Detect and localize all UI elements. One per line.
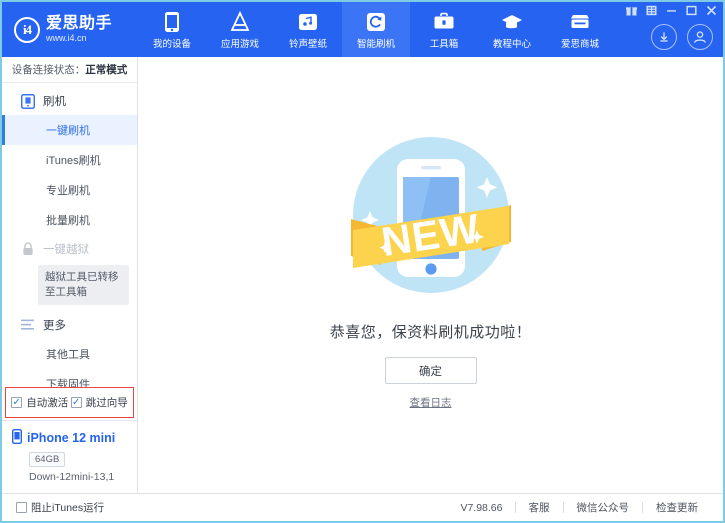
brand-url: www.i4.cn	[46, 34, 112, 43]
maximize-button[interactable]	[686, 5, 697, 16]
header-actions	[651, 24, 713, 50]
sidebar-group-label: 一键越狱	[43, 241, 89, 257]
nav-item-apps-games[interactable]: 应用游戏	[206, 2, 274, 57]
brand-name: 爱思助手	[46, 16, 112, 32]
more-list-icon	[20, 318, 35, 333]
app-body: 设备连接状态：正常模式 刷机 一键刷机 iTunes刷机 专业刷机 批量刷机	[2, 57, 723, 493]
sidebar-group-label: 刷机	[43, 93, 66, 109]
confirm-button[interactable]: 确定	[385, 357, 477, 384]
nav-item-ringtone-wallpaper[interactable]: 铃声壁纸	[274, 2, 342, 57]
app-header: i4 爱思助手 www.i4.cn 我的设备 应用游戏	[2, 2, 723, 57]
checkbox-box	[16, 502, 27, 513]
ringtone-wallpaper-icon	[297, 11, 319, 33]
brand-logo: i4 爱思助手 www.i4.cn	[2, 2, 138, 57]
nav-label: 教程中心	[493, 36, 531, 50]
connection-status-label: 设备连接状态：	[12, 62, 86, 77]
i4-logo-icon: i4	[14, 17, 40, 43]
auto-activate-checkbox[interactable]: 自动激活	[11, 395, 68, 410]
nav-item-my-device[interactable]: 我的设备	[138, 2, 206, 57]
block-itunes-checkbox[interactable]: 阻止iTunes运行	[16, 500, 104, 515]
apps-games-icon	[229, 11, 251, 33]
flash-options-highlight: 自动激活 跳过向导	[5, 387, 134, 418]
jailbreak-moved-tooltip: 越狱工具已转移至工具箱	[38, 265, 129, 305]
customer-service-link[interactable]: 客服	[516, 500, 563, 515]
window-controls	[626, 5, 717, 16]
connection-status-value: 正常模式	[85, 62, 127, 77]
sidebar-group-more[interactable]: 更多	[2, 311, 137, 339]
device-icon	[161, 11, 183, 33]
check-update-link[interactable]: 检查更新	[643, 500, 711, 515]
menu-icon[interactable]	[646, 5, 657, 16]
skip-wizard-label: 跳过向导	[86, 395, 128, 410]
sidebar-item-batch-flash[interactable]: 批量刷机	[2, 205, 137, 235]
gift-icon[interactable]	[626, 5, 637, 16]
toolbox-icon	[433, 11, 455, 33]
download-icon[interactable]	[651, 24, 677, 50]
sidebar-group-jailbreak: 一键越狱	[2, 235, 137, 263]
checkbox-box	[71, 397, 82, 408]
smart-flash-icon	[365, 11, 387, 33]
sidebar-item-download-firmware[interactable]: 下载固件	[2, 369, 137, 387]
version-label: V7.98.66	[460, 502, 502, 514]
nav-item-store[interactable]: 爱思商城	[546, 2, 614, 57]
close-button[interactable]	[706, 5, 717, 16]
connected-device-card[interactable]: iPhone 12 mini 64GB Down-12mini-13,1	[2, 420, 137, 493]
skip-wizard-checkbox[interactable]: 跳过向导	[71, 395, 128, 410]
lock-icon	[20, 242, 35, 257]
sidebar-item-itunes-flash[interactable]: iTunes刷机	[2, 145, 137, 175]
nav-label: 应用游戏	[221, 36, 259, 50]
sidebar: 设备连接状态：正常模式 刷机 一键刷机 iTunes刷机 专业刷机 批量刷机	[2, 57, 138, 493]
sidebar-nav-list: 刷机 一键刷机 iTunes刷机 专业刷机 批量刷机 一键越狱 越狱工具已转移至…	[2, 83, 137, 387]
view-log-link[interactable]: 查看日志	[410, 395, 452, 410]
app-window: i4 爱思助手 www.i4.cn 我的设备 应用游戏	[0, 0, 725, 523]
nav-item-smart-flash[interactable]: 智能刷机	[342, 2, 410, 57]
nav-label: 我的设备	[153, 36, 191, 50]
sidebar-group-label: 更多	[43, 317, 66, 333]
sidebar-item-pro-flash[interactable]: 专业刷机	[2, 175, 137, 205]
success-message: 恭喜您，保资料刷机成功啦！	[330, 321, 532, 342]
tutorial-center-icon	[501, 11, 523, 33]
auto-activate-label: 自动激活	[26, 395, 68, 410]
main-content: NEW 恭喜您，保资料刷机成功啦！ 确定 查看日志	[138, 57, 723, 493]
device-capacity: 64GB	[29, 452, 65, 467]
new-badge-phone-illustration: NEW	[341, 125, 521, 305]
device-identifier: Down-12mini-13,1	[29, 471, 137, 483]
device-title-row: iPhone 12 mini	[12, 429, 137, 447]
connection-status: 设备连接状态：正常模式	[2, 57, 137, 83]
nav-label: 铃声壁纸	[289, 36, 327, 50]
block-itunes-label: 阻止iTunes运行	[31, 500, 104, 515]
phone-icon	[12, 429, 22, 447]
sidebar-item-one-key-flash[interactable]: 一键刷机	[2, 115, 137, 145]
device-name: iPhone 12 mini	[27, 431, 115, 445]
store-icon	[569, 11, 591, 33]
status-bar: 阻止iTunes运行 V7.98.66 客服 微信公众号 检查更新	[2, 493, 723, 521]
nav-label: 工具箱	[430, 36, 459, 50]
nav-label: 智能刷机	[357, 36, 395, 50]
nav-item-tutorial-center[interactable]: 教程中心	[478, 2, 546, 57]
flash-device-icon	[20, 94, 35, 109]
nav-label: 爱思商城	[561, 36, 599, 50]
sidebar-group-flash[interactable]: 刷机	[2, 87, 137, 115]
sidebar-item-other-tools[interactable]: 其他工具	[2, 339, 137, 369]
account-icon[interactable]	[687, 24, 713, 50]
minimize-button[interactable]	[666, 5, 677, 16]
nav-item-toolbox[interactable]: 工具箱	[410, 2, 478, 57]
checkbox-box	[11, 397, 22, 408]
wechat-official-link[interactable]: 微信公众号	[564, 500, 643, 515]
